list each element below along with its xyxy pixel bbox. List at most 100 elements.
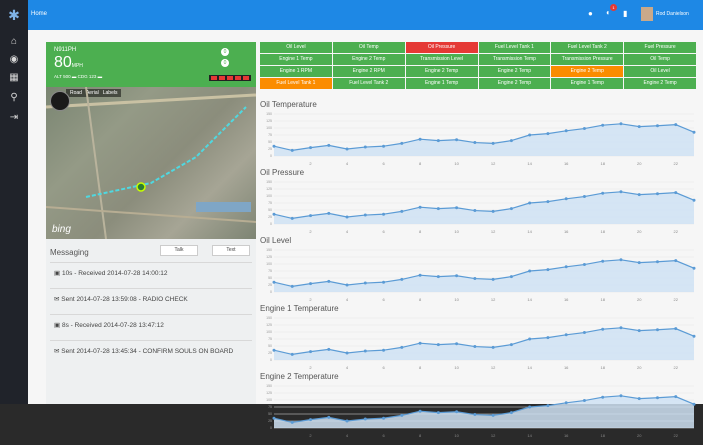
x-tick-label: 22 [674, 433, 679, 438]
sensor-cell[interactable]: Oil Temp [332, 42, 405, 53]
sensor-cell[interactable]: Engine 2 Temp [478, 66, 551, 77]
y-tick-label: 150 [266, 180, 272, 184]
chart-oil-temperature: Oil Temperature 0 25 50 75 100 125 150 2 4 6 8 10 12… [260, 100, 696, 173]
data-point [455, 206, 459, 210]
x-tick-label: 10 [454, 297, 459, 302]
text-button[interactable]: Text [212, 245, 250, 256]
y-tick-label: 25 [268, 419, 272, 423]
y-tick-label: 25 [268, 283, 272, 287]
x-tick-label: 6 [382, 365, 385, 370]
data-point [674, 123, 678, 127]
y-tick-label: 50 [268, 412, 272, 416]
microphone-icon[interactable]: ▮ [623, 9, 627, 18]
data-point [400, 277, 404, 281]
y-tick-label: 0 [270, 290, 272, 294]
talk-button[interactable]: Talk [160, 245, 198, 256]
chart-oil-pressure: Oil Pressure 0 25 50 75 100 125 150 2 4 6 8 10 12 14 1… [260, 168, 696, 241]
speed-readout: 80MPH [54, 54, 83, 71]
x-tick-label: 12 [491, 433, 496, 438]
data-point [528, 133, 532, 137]
data-point [272, 280, 276, 284]
data-point [327, 211, 331, 215]
stepper-top[interactable]: 0 [221, 48, 229, 56]
data-point [455, 410, 459, 414]
sensor-cell[interactable]: Oil Pressure [405, 42, 478, 53]
x-tick-label: 2 [309, 229, 312, 234]
data-point [309, 350, 313, 354]
sensor-cell[interactable]: Engine 1 RPM [260, 66, 332, 77]
stepper-bottom[interactable]: 0 [221, 59, 229, 67]
sensor-cell[interactable]: Transmission Temp [478, 54, 551, 65]
sensor-cell[interactable]: Engine 2 Temp [624, 78, 696, 89]
chart-title: Oil Temperature [260, 100, 317, 109]
sensor-cell[interactable]: Engine 2 Temp [332, 54, 405, 65]
sensor-cell[interactable]: Engine 2 Temp [478, 78, 551, 89]
sensor-cell[interactable]: Fuel Level Tank 1 [260, 78, 332, 89]
user-menu[interactable]: Rod Danielson [656, 11, 689, 17]
message-item[interactable]: ✉ Sent 2014-07-28 13:45:34 - CONFIRM SOU… [50, 340, 252, 362]
sidebar-location-icon[interactable]: ⚲ [8, 92, 20, 104]
message-item[interactable]: ▣ 8s - Received 2014-07-28 13:47:12 [50, 314, 252, 336]
sensor-cell[interactable]: Oil Level [624, 66, 696, 77]
sensor-cell[interactable]: Oil Temp [624, 54, 696, 65]
data-point [582, 195, 586, 199]
avatar[interactable] [641, 7, 653, 21]
sidebar-globe-icon[interactable]: ◉ [8, 54, 20, 66]
chart-engine-2-temperature: Engine 2 Temperature 0 25 50 75 100 125 150 2 4 6… [260, 372, 696, 445]
x-tick-label: 16 [564, 297, 569, 302]
y-tick-label: 25 [268, 351, 272, 355]
data-point [327, 143, 331, 147]
sensor-cell[interactable]: Fuel Level Tank 1 [478, 42, 551, 53]
y-tick-label: 150 [266, 384, 272, 388]
x-tick-label: 16 [564, 433, 569, 438]
data-point [674, 259, 678, 263]
data-point [637, 397, 641, 401]
data-point [601, 123, 605, 127]
data-point [363, 417, 367, 421]
x-tick-label: 8 [419, 229, 422, 234]
data-point [400, 141, 404, 145]
data-point [546, 268, 550, 272]
data-point [309, 146, 313, 150]
sensor-cell[interactable]: Oil Level [260, 42, 332, 53]
data-point [309, 214, 313, 218]
map-view[interactable]: Road Aerial Labels bing [46, 87, 256, 239]
x-tick-label: 2 [309, 161, 312, 166]
series-area [274, 327, 694, 360]
sidebar-logout-icon[interactable]: ⇥ [8, 112, 20, 124]
data-point [655, 192, 659, 196]
data-point [491, 345, 495, 349]
sidebar-calendar-icon[interactable]: ▦ [8, 72, 20, 84]
x-tick-label: 16 [564, 161, 569, 166]
sensor-cell[interactable]: Fuel Pressure [624, 42, 696, 53]
sensor-cell[interactable]: Engine 1 Temp [551, 78, 624, 89]
zoom-control[interactable] [50, 91, 70, 111]
sensor-cell[interactable]: Fuel Level Tank 2 [551, 42, 624, 53]
message-item[interactable]: ✉ Sent 2014-07-28 13:59:08 - RADIO CHECK [50, 288, 252, 310]
message-item[interactable]: ▣ 10s - Received 2014-07-28 14:00:12 [50, 262, 252, 284]
notification-badge: 1 [610, 4, 617, 11]
x-tick-label: 2 [309, 365, 312, 370]
stepper[interactable]: 0 0 [209, 48, 231, 68]
sensor-cell[interactable]: Engine 1 Temp [405, 78, 478, 89]
sidebar-home-icon[interactable]: ⌂ [8, 36, 20, 48]
x-tick-label: 20 [637, 365, 642, 370]
sensor-cell[interactable]: Transmission Pressure [551, 54, 624, 65]
sensor-cell[interactable]: Engine 1 Temp [260, 54, 332, 65]
sensor-cell[interactable]: Fuel Level Tank 2 [332, 78, 405, 89]
home-tab[interactable]: Home [31, 11, 47, 17]
sensor-cell[interactable]: Transmission Level [405, 54, 478, 65]
sensor-cell[interactable]: Engine 2 Temp [551, 66, 624, 77]
sensor-cell[interactable]: Engine 2 Temp [405, 66, 478, 77]
map-overlay [46, 87, 256, 239]
y-tick-label: 25 [268, 147, 272, 151]
data-point [546, 200, 550, 204]
data-point [528, 337, 532, 341]
sensor-cell[interactable]: Engine 2 RPM [332, 66, 405, 77]
data-point [418, 205, 422, 209]
data-point [674, 395, 678, 399]
data-point [509, 139, 513, 143]
chat-icon[interactable]: ● [588, 9, 593, 18]
chart-title: Engine 1 Temperature [260, 304, 339, 313]
top-navbar: Home ● ◐ 1 ▮ Rod Danielson [0, 0, 703, 30]
